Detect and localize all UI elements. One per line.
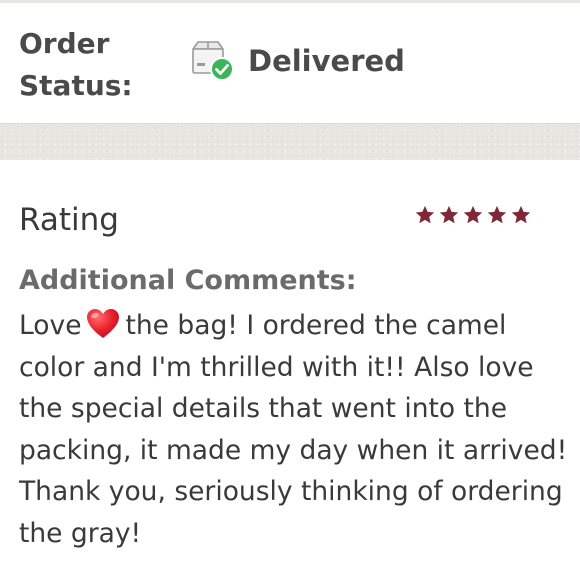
review-card: Rating Additional Comments: Love the bag… <box>0 160 580 580</box>
order-status-value: Delivered <box>248 44 405 78</box>
star-icon <box>463 205 483 224</box>
star-rating <box>414 200 532 230</box>
comment-text-rest: the bag! I ordered the camel color and I… <box>19 310 568 549</box>
rating-label: Rating <box>19 202 119 238</box>
star-icon <box>511 205 531 224</box>
star-icon <box>487 205 507 224</box>
order-status-label: Order Status: <box>19 27 133 102</box>
additional-comments-heading: Additional Comments: <box>19 265 357 296</box>
star-icon <box>439 205 459 224</box>
comment-text-start: Love <box>19 310 82 341</box>
heart-emoji-icon <box>86 309 119 338</box>
review-comment: Love the bag! I ordered the camel color … <box>19 305 571 554</box>
section-divider-band <box>0 123 580 161</box>
order-status-card: Order Status: Delivered <box>0 3 580 123</box>
package-delivered-icon <box>192 41 234 81</box>
star-icon <box>415 205 435 224</box>
